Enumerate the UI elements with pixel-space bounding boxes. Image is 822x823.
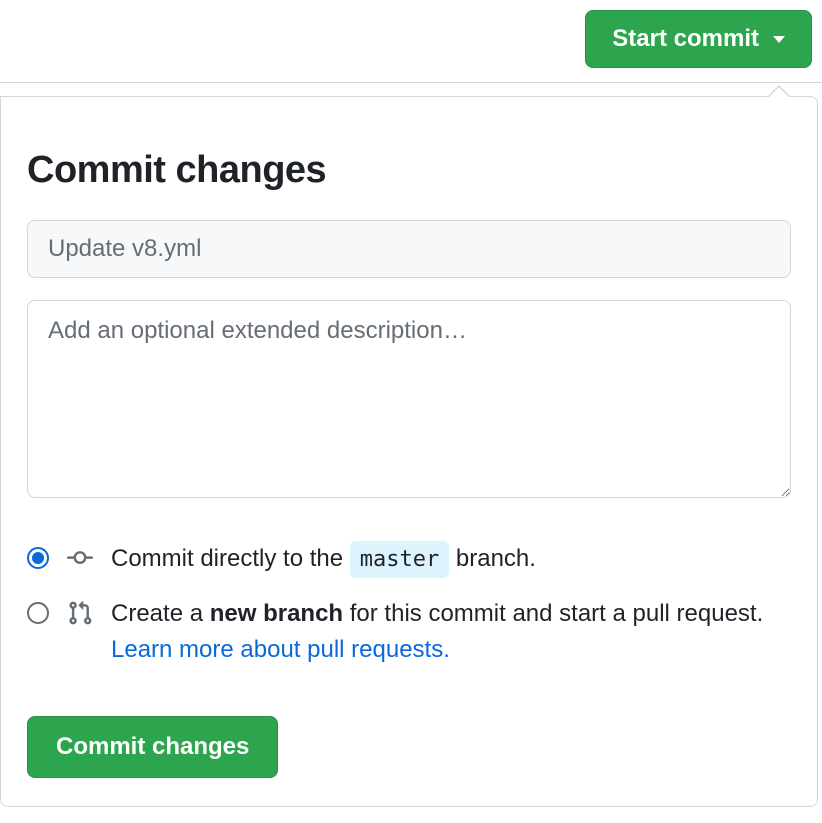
- start-commit-label: Start commit: [612, 25, 759, 53]
- learn-more-link[interactable]: Learn more about pull requests.: [111, 636, 450, 663]
- radio-option-direct[interactable]: Commit directly to the master branch.: [27, 541, 791, 578]
- radio-new-branch-label: Create a new branch for this commit and …: [111, 596, 791, 668]
- radio-option-new-branch[interactable]: Create a new branch for this commit and …: [27, 596, 791, 668]
- popover-heading: Commit changes: [27, 149, 791, 192]
- caret-down-icon: [773, 36, 785, 43]
- commit-description-textarea[interactable]: [27, 300, 791, 498]
- radio-direct-label: Commit directly to the master branch.: [111, 541, 791, 578]
- branch-chip: master: [350, 541, 449, 578]
- git-pull-request-icon: [67, 600, 93, 626]
- start-commit-button[interactable]: Start commit: [585, 10, 812, 68]
- commit-changes-button[interactable]: Commit changes: [27, 716, 278, 778]
- radio-new-branch-input[interactable]: [27, 602, 49, 624]
- commit-popover: Commit changes Commit directly to the ma…: [0, 96, 818, 807]
- commit-summary-input[interactable]: [27, 220, 791, 278]
- git-commit-icon: [67, 545, 93, 571]
- commit-changes-label: Commit changes: [56, 733, 249, 760]
- radio-direct-input[interactable]: [27, 547, 49, 569]
- commit-target-radio-group: Commit directly to the master branch. Cr…: [27, 541, 791, 668]
